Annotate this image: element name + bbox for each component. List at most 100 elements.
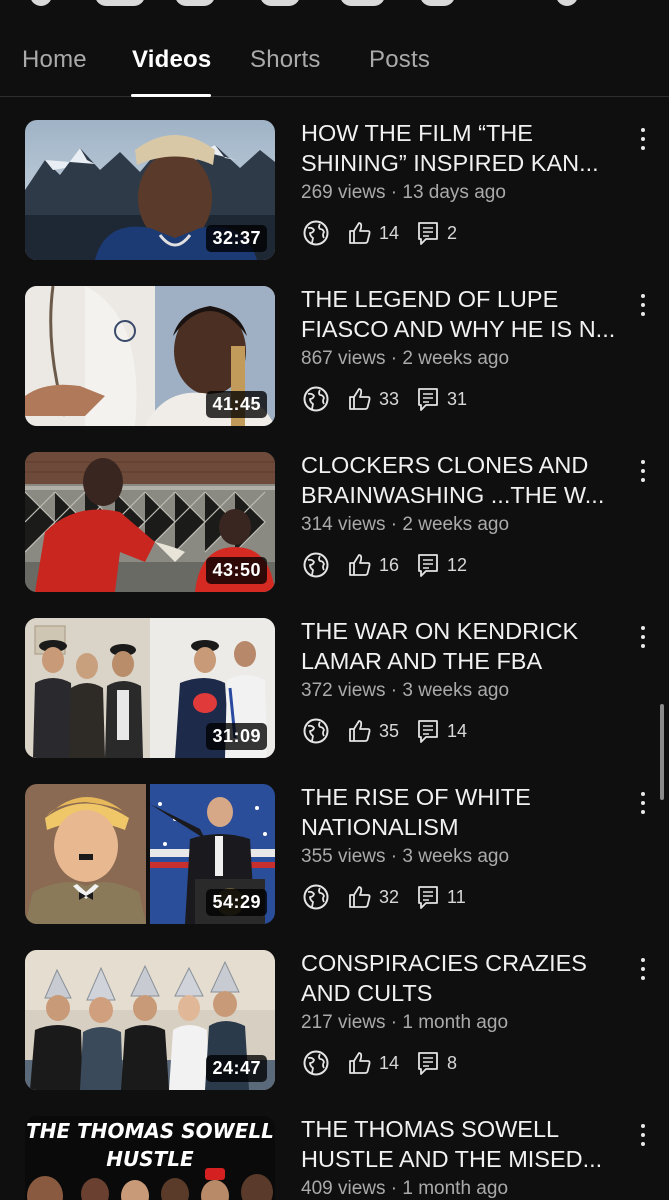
- header-fragment: [420, 0, 455, 6]
- kebab-menu-icon[interactable]: [633, 1120, 653, 1150]
- thumbnail-caption-line1: THE THOMAS SOWELL: [26, 1119, 274, 1143]
- video-duration: 43:50: [206, 557, 267, 584]
- kebab-menu-icon[interactable]: [633, 124, 653, 154]
- video-title-line: AND CULTS: [301, 980, 433, 1006]
- globe-icon: [301, 550, 331, 580]
- video-thumbnail[interactable]: 31:09: [25, 618, 275, 758]
- video-meta: 217 views · 1 month ago: [301, 1012, 509, 1033]
- video-duration: 54:29: [206, 889, 267, 916]
- thumbs-up-icon[interactable]: [345, 384, 375, 414]
- thumbs-up-icon[interactable]: [345, 716, 375, 746]
- tab-posts[interactable]: Posts: [369, 46, 430, 74]
- like-count: 14: [379, 1052, 400, 1073]
- globe-icon: [301, 218, 331, 248]
- video-title[interactable]: HOW THE FILM “THE SHINING” INSPIRED KAN.…: [301, 118, 626, 178]
- comment-icon[interactable]: [413, 218, 443, 248]
- video-duration: 32:37: [206, 225, 267, 252]
- video-title[interactable]: CONSPIRACIES CRAZIES AND CULTS: [301, 948, 626, 1008]
- video-thumbnail[interactable]: 54:29: [25, 784, 275, 924]
- comment-icon[interactable]: [413, 882, 443, 912]
- video-title-line: CLOCKERS CLONES AND: [301, 452, 589, 478]
- header-fragment: [95, 0, 145, 6]
- comment-count: 11: [447, 886, 466, 907]
- back-icon[interactable]: [30, 0, 52, 6]
- video-actions: 16 12: [301, 550, 481, 580]
- kebab-menu-icon[interactable]: [633, 788, 653, 818]
- comment-count: 2: [447, 222, 458, 243]
- like-count: 35: [379, 720, 400, 741]
- thumbs-up-icon[interactable]: [345, 1048, 375, 1078]
- video-title-line: LAMAR AND THE FBA: [301, 648, 543, 674]
- comment-icon[interactable]: [413, 384, 443, 414]
- video-actions: 35 14: [301, 716, 481, 746]
- video-title[interactable]: THE LEGEND OF LUPE FIASCO AND WHY HE IS …: [301, 284, 626, 344]
- like-count: 32: [379, 886, 400, 907]
- video-title-line: THE RISE OF WHITE: [301, 784, 531, 810]
- video-meta: 372 views · 3 weeks ago: [301, 680, 510, 701]
- header-fragment: [175, 0, 215, 6]
- comment-icon[interactable]: [413, 1048, 443, 1078]
- kebab-menu-icon[interactable]: [633, 622, 653, 652]
- cast-icon[interactable]: [556, 0, 578, 6]
- video-actions: 14 2: [301, 218, 471, 248]
- tab-videos[interactable]: Videos: [132, 46, 211, 74]
- video-title-line: NATIONALISM: [301, 814, 459, 840]
- tab-shorts[interactable]: Shorts: [250, 46, 321, 74]
- video-item[interactable]: 43:50 CLOCKERS CLONES AND BRAINWASHING .…: [0, 452, 669, 600]
- video-item[interactable]: 24:47 CONSPIRACIES CRAZIES AND CULTS 217…: [0, 950, 669, 1098]
- video-duration: 41:45: [206, 391, 267, 418]
- video-title-line: THE LEGEND OF LUPE: [301, 286, 559, 312]
- kebab-menu-icon[interactable]: [633, 954, 653, 984]
- channel-tabs: Home Videos Shorts Posts: [0, 30, 669, 97]
- kebab-menu-icon[interactable]: [633, 290, 653, 320]
- video-meta: 867 views · 2 weeks ago: [301, 348, 510, 369]
- video-meta: 355 views · 3 weeks ago: [301, 846, 510, 867]
- tab-home[interactable]: Home: [22, 46, 87, 74]
- video-title-line: BRAINWASHING ...THE W...: [301, 482, 605, 508]
- like-count: 14: [379, 222, 400, 243]
- video-title-line: HOW THE FILM “THE: [301, 120, 533, 146]
- comment-icon[interactable]: [413, 550, 443, 580]
- header-fragment: [340, 0, 385, 6]
- comment-count: 31: [447, 388, 468, 409]
- kebab-menu-icon[interactable]: [633, 456, 653, 486]
- video-title-line: SHINING” INSPIRED KAN...: [301, 150, 599, 176]
- video-title[interactable]: THE WAR ON KENDRICK LAMAR AND THE FBA: [301, 616, 626, 676]
- thumbs-up-icon[interactable]: [345, 550, 375, 580]
- video-thumbnail[interactable]: 32:37: [25, 120, 275, 260]
- video-item[interactable]: THE THOMAS SOWELL HUSTLE THE THOMAS SOWE…: [0, 1116, 669, 1200]
- comment-count: 12: [447, 554, 468, 575]
- video-item[interactable]: 54:29 THE RISE OF WHITE NATIONALISM 355 …: [0, 784, 669, 932]
- thumbnail-caption-line2: HUSTLE: [106, 1147, 194, 1171]
- comment-icon[interactable]: [413, 716, 443, 746]
- comment-count: 14: [447, 720, 468, 741]
- thumbs-up-icon[interactable]: [345, 882, 375, 912]
- active-tab-indicator: [131, 94, 211, 97]
- video-title-line: FIASCO AND WHY HE IS N...: [301, 316, 616, 342]
- video-title-line: THE WAR ON KENDRICK: [301, 618, 579, 644]
- video-title[interactable]: THE THOMAS SOWELL HUSTLE AND THE MISED..…: [301, 1116, 626, 1174]
- thumbs-up-icon[interactable]: [345, 218, 375, 248]
- header-fragment: [260, 0, 300, 6]
- video-actions: 32 11: [301, 882, 480, 912]
- globe-icon: [301, 716, 331, 746]
- video-thumbnail[interactable]: 43:50: [25, 452, 275, 592]
- video-item[interactable]: 41:45 THE LEGEND OF LUPE FIASCO AND WHY …: [0, 286, 669, 434]
- video-thumbnail[interactable]: 41:45: [25, 286, 275, 426]
- globe-icon: [301, 384, 331, 414]
- video-title-line: HUSTLE AND THE MISED...: [301, 1146, 603, 1172]
- video-title-line: CONSPIRACIES CRAZIES: [301, 950, 587, 976]
- video-thumbnail[interactable]: 24:47: [25, 950, 275, 1090]
- scrollbar-thumb[interactable]: [660, 704, 664, 800]
- video-item[interactable]: 32:37 HOW THE FILM “THE SHINING” INSPIRE…: [0, 120, 669, 268]
- video-title[interactable]: THE RISE OF WHITE NATIONALISM: [301, 782, 626, 842]
- video-title[interactable]: CLOCKERS CLONES AND BRAINWASHING ...THE …: [301, 450, 626, 510]
- video-item[interactable]: 31:09 THE WAR ON KENDRICK LAMAR AND THE …: [0, 618, 669, 766]
- video-thumbnail[interactable]: THE THOMAS SOWELL HUSTLE: [25, 1116, 275, 1200]
- video-duration: 31:09: [206, 723, 267, 750]
- globe-icon: [301, 1048, 331, 1078]
- video-duration: 24:47: [206, 1055, 267, 1082]
- top-header-cropped: [0, 0, 669, 14]
- globe-icon: [301, 882, 331, 912]
- comment-count: 8: [447, 1052, 458, 1073]
